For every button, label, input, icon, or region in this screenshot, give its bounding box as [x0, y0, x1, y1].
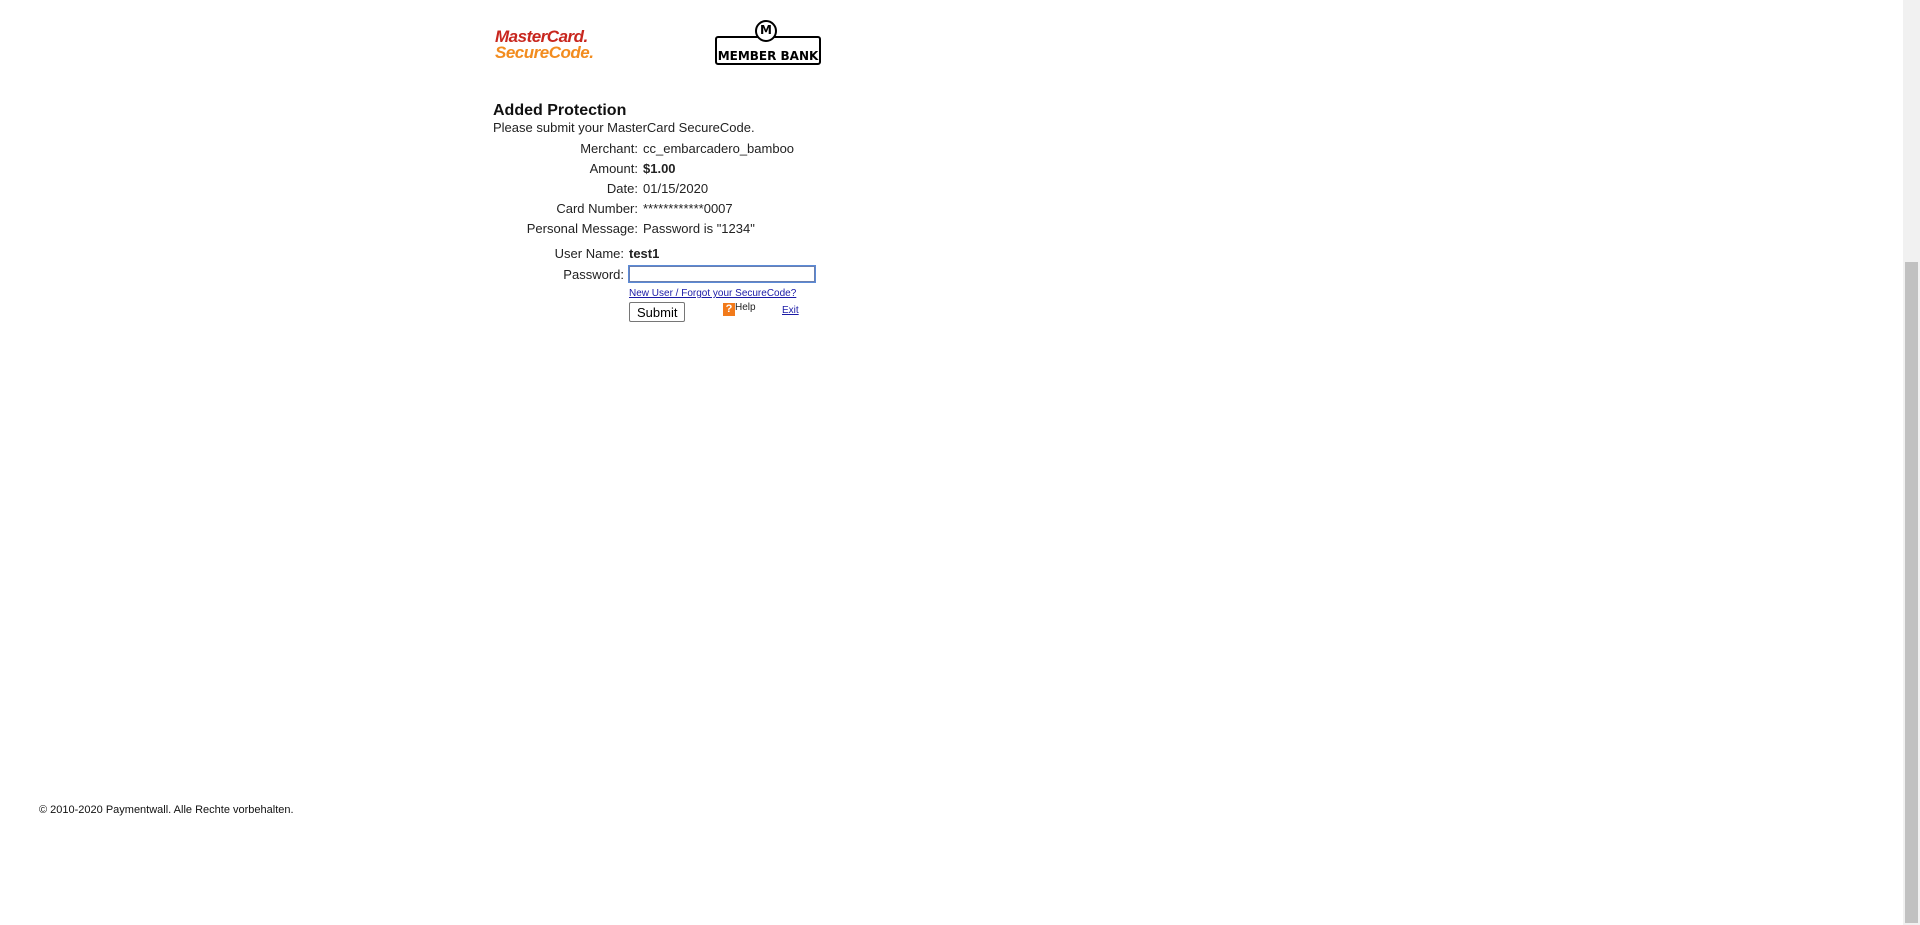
date-label: Date:	[606, 180, 638, 196]
username-label: User Name:	[554, 245, 624, 261]
footer-copyright: © 2010-2020 Paymentwall. Alle Rechte vor…	[39, 804, 294, 816]
card-number-label: Card Number:	[556, 200, 638, 216]
login-form: User Name: test1 Password: New User / Fo…	[493, 242, 816, 326]
actions-row: Submit ? Help Exit	[493, 299, 815, 326]
submit-button[interactable]: Submit	[629, 302, 686, 322]
detail-row-personal-message: Personal Message: Password is "1234"	[493, 218, 794, 238]
transaction-details: Merchant: cc_embarcadero_bamboo Amount: …	[493, 138, 794, 238]
securecode-frame: MasterCard. SecureCode. M MEMBER BANK Ad…	[493, 16, 833, 326]
forgot-row: New User / Forgot your SecureCode?	[493, 284, 815, 299]
amount-value: $1.00	[643, 160, 676, 176]
detail-row-card-number: Card Number: ************0007	[493, 198, 794, 218]
scrollbar-thumb[interactable]	[1905, 262, 1918, 923]
instruction-text: Please submit your MasterCard SecureCode…	[493, 120, 755, 135]
vertical-scrollbar[interactable]	[1903, 0, 1920, 925]
password-input[interactable]	[628, 265, 816, 283]
page: MasterCard. SecureCode. M MEMBER BANK Ad…	[0, 0, 1920, 925]
mastercard-securecode-logo: MasterCard. SecureCode.	[495, 28, 594, 62]
detail-row-merchant: Merchant: cc_embarcadero_bamboo	[493, 138, 794, 158]
date-value: 01/15/2020	[643, 180, 709, 196]
amount-label: Amount:	[589, 160, 638, 176]
detail-row-amount: Amount: $1.00	[493, 158, 794, 178]
help-icon: ?	[723, 303, 735, 316]
logo-bar: MasterCard. SecureCode. M MEMBER BANK	[493, 16, 833, 76]
personal-message-label: Personal Message:	[526, 220, 638, 236]
page-title: Added Protection	[493, 102, 627, 119]
help-link[interactable]: ? Help	[723, 302, 756, 316]
password-row: Password:	[493, 264, 816, 284]
merchant-label: Merchant:	[580, 140, 638, 156]
help-label: Help	[735, 302, 756, 313]
username-row: User Name: test1	[493, 242, 815, 264]
bank-mark-icon: M	[755, 20, 777, 42]
card-number-value: ************0007	[643, 200, 733, 216]
forgot-securecode-link[interactable]: New User / Forgot your SecureCode?	[629, 288, 796, 299]
password-cell	[628, 264, 816, 284]
detail-row-date: Date: 01/15/2020	[493, 178, 794, 198]
form-actions: Submit ? Help Exit	[629, 302, 815, 326]
username-value: test1	[629, 245, 660, 261]
personal-message-value: Password is "1234"	[643, 220, 755, 236]
merchant-value: cc_embarcadero_bamboo	[643, 140, 795, 156]
mastercard-logo-line2: SecureCode.	[495, 43, 594, 62]
password-label: Password:	[563, 266, 624, 282]
exit-link[interactable]: Exit	[782, 305, 799, 316]
